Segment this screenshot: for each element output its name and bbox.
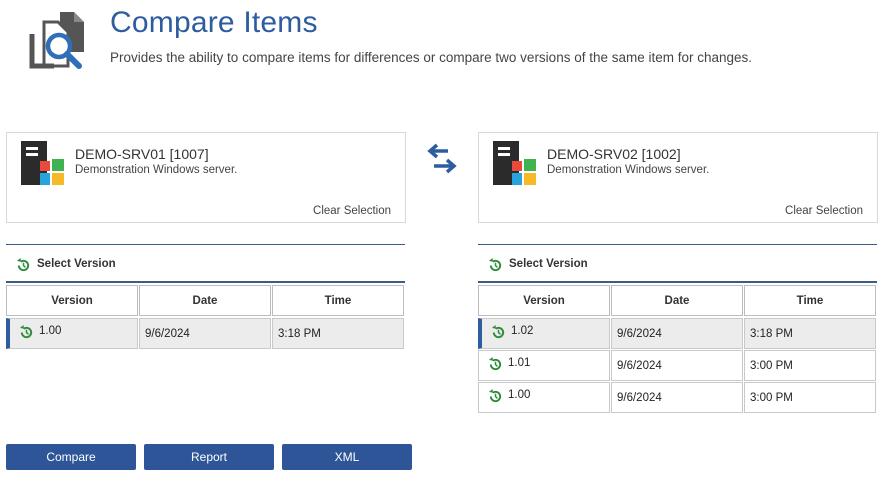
- version-history-icon: [19, 324, 34, 343]
- version-history-icon: [491, 324, 506, 343]
- date-cell[interactable]: 9/6/2024: [611, 350, 743, 381]
- column-header-date[interactable]: Date: [139, 285, 271, 316]
- time-cell[interactable]: 3:18 PM: [272, 318, 404, 349]
- version-value: 1.02: [511, 324, 534, 337]
- xml-button[interactable]: XML: [282, 444, 412, 470]
- version-value: 1.00: [39, 324, 62, 337]
- version-history-icon: [488, 356, 503, 375]
- compare-button[interactable]: Compare: [6, 444, 136, 470]
- windows-server-icon: [493, 141, 537, 187]
- right-item-description: Demonstration Windows server.: [547, 164, 710, 176]
- right-item-card[interactable]: DEMO-SRV02 [1002] Demonstration Windows …: [478, 132, 878, 223]
- right-item-name: DEMO-SRV02 [1002]: [547, 146, 681, 162]
- version-value: 1.00: [508, 388, 531, 401]
- version-history-icon: [16, 258, 31, 278]
- column-header-date[interactable]: Date: [611, 285, 743, 316]
- left-version-section: Select Version Version Date Time 1.00 9/…: [6, 244, 405, 349]
- grid-header-row: Version Date Time: [6, 285, 405, 316]
- column-header-time[interactable]: Time: [272, 285, 404, 316]
- version-history-icon: [488, 388, 503, 407]
- page-subtitle: Provides the ability to compare items fo…: [110, 50, 753, 65]
- left-item-description: Demonstration Windows server.: [75, 164, 238, 176]
- table-row[interactable]: 1.02 9/6/2024 3:18 PM: [478, 318, 877, 349]
- right-clear-selection-link[interactable]: Clear Selection: [785, 205, 863, 217]
- column-header-version[interactable]: Version: [6, 285, 138, 316]
- date-cell[interactable]: 9/6/2024: [611, 382, 743, 413]
- column-header-version[interactable]: Version: [478, 285, 610, 316]
- version-cell[interactable]: 1.01: [478, 350, 610, 381]
- table-row[interactable]: 1.01 9/6/2024 3:00 PM: [478, 350, 877, 381]
- table-row[interactable]: 1.00 9/6/2024 3:18 PM: [6, 318, 405, 349]
- table-row[interactable]: 1.00 9/6/2024 3:00 PM: [478, 382, 877, 413]
- time-cell[interactable]: 3:00 PM: [744, 382, 876, 413]
- select-version-label: Select Version: [37, 258, 116, 270]
- left-item-card[interactable]: DEMO-SRV01 [1007] Demonstration Windows …: [6, 132, 406, 223]
- select-version-label: Select Version: [509, 258, 588, 270]
- version-cell[interactable]: 1.00: [478, 382, 610, 413]
- date-cell[interactable]: 9/6/2024: [139, 318, 271, 349]
- version-history-icon: [488, 258, 503, 278]
- time-cell[interactable]: 3:00 PM: [744, 350, 876, 381]
- version-value: 1.01: [508, 356, 531, 369]
- left-clear-selection-link[interactable]: Clear Selection: [313, 205, 391, 217]
- column-header-time[interactable]: Time: [744, 285, 876, 316]
- left-version-grid: Version Date Time 1.00 9/6/2024 3:18 PM: [6, 285, 405, 349]
- right-version-grid: Version Date Time 1.02 9/6/2024 3:18 PM …: [478, 285, 877, 413]
- report-button[interactable]: Report: [144, 444, 274, 470]
- version-cell[interactable]: 1.00: [6, 318, 138, 349]
- grid-header-row: Version Date Time: [478, 285, 877, 316]
- compare-search-icon: [26, 10, 90, 72]
- windows-server-icon: [21, 141, 65, 187]
- left-item-name: DEMO-SRV01 [1007]: [75, 146, 209, 162]
- select-version-header: Select Version: [478, 244, 877, 283]
- time-cell[interactable]: 3:18 PM: [744, 318, 876, 349]
- swap-arrows-icon[interactable]: [426, 142, 458, 176]
- version-cell[interactable]: 1.02: [478, 318, 610, 349]
- select-version-header: Select Version: [6, 244, 405, 283]
- page-title: Compare Items: [110, 6, 318, 39]
- date-cell[interactable]: 9/6/2024: [611, 318, 743, 349]
- right-version-section: Select Version Version Date Time 1.02 9/…: [478, 244, 877, 413]
